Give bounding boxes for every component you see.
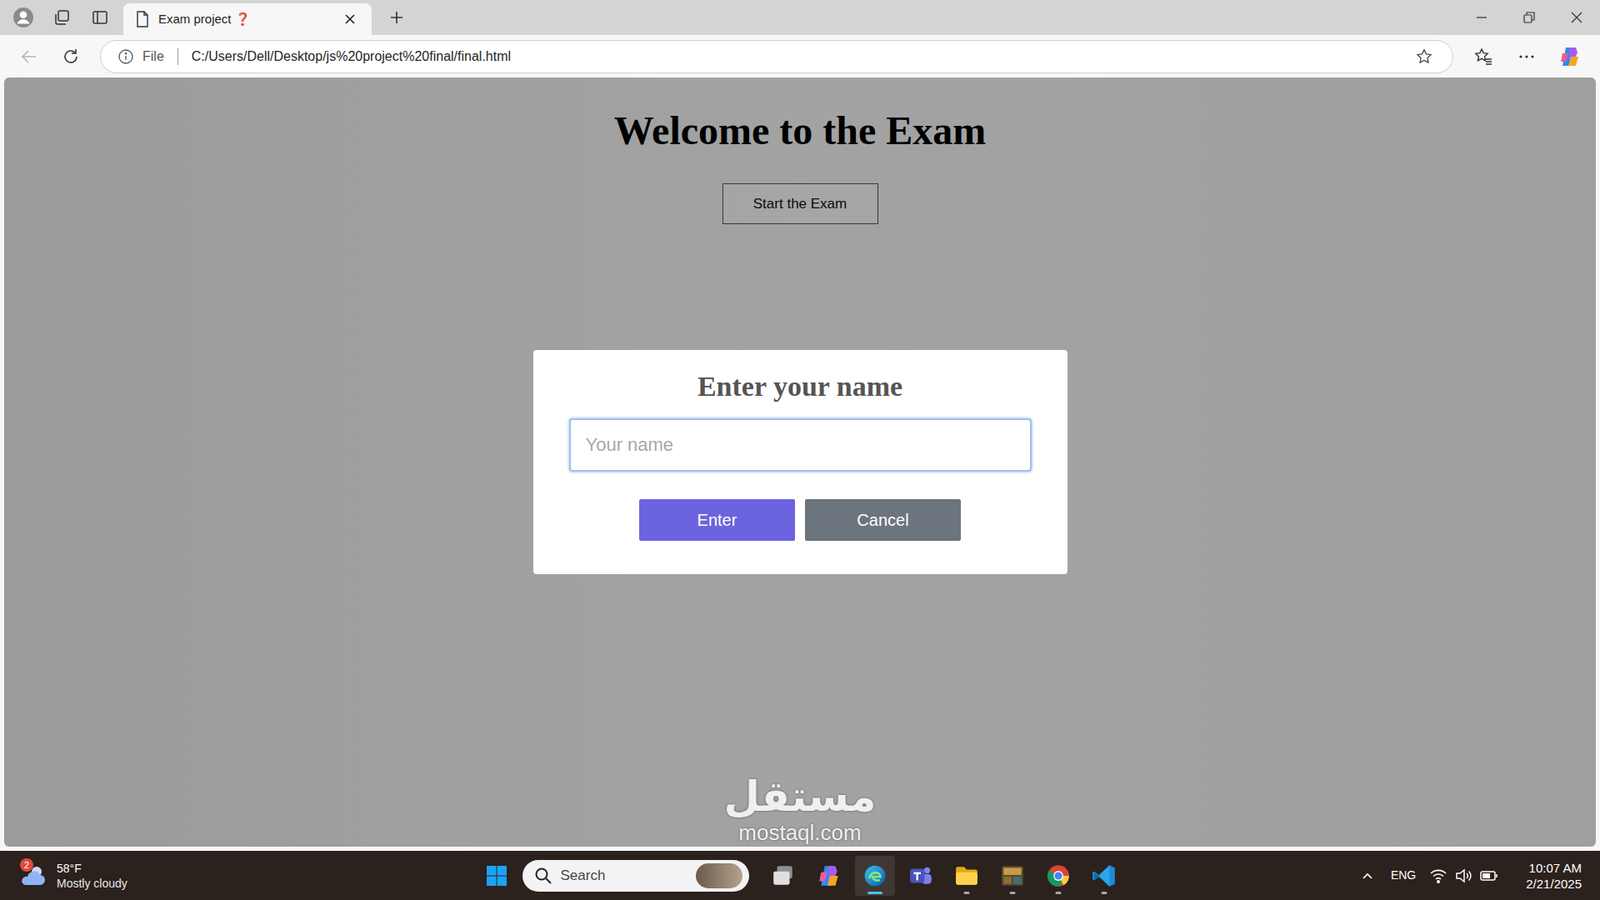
volume-icon [1454,867,1473,885]
new-tab [371,0,409,35]
taskbar-search[interactable]: Search [522,860,750,892]
tray-icons[interactable] [1429,867,1500,885]
vscode-icon [1091,863,1117,889]
copilot-icon[interactable] [1556,43,1584,70]
weather-text: 58°FMostly cloudy [56,860,128,891]
modal-overlay: Enter your name Enter Cancel [4,77,1596,847]
running-indicator [963,891,970,895]
tab-actions-icon[interactable] [88,5,112,30]
dialog-button-label: Cancel [856,510,909,530]
search-highlight-image [695,863,743,889]
tab-bar: Exam project ❓ [0,0,1600,35]
search-icon [534,866,553,885]
taskbar-left: 2 58°FMostly cloudy [0,860,477,891]
file-icon [135,10,150,28]
close-tab-icon[interactable] [340,9,360,30]
favorites-icon[interactable] [1470,43,1497,70]
taskbar-app[interactable] [1084,855,1125,896]
clock-time: 10:07 AM [1529,860,1582,876]
system-tray: ENG 10:07 AM2/21/2025 [1124,860,1600,892]
running-indicator [780,891,786,895]
refresh-icon[interactable] [58,44,84,70]
browser-tab[interactable]: Exam project ❓ [123,3,372,35]
weather-widget[interactable]: 2 58°FMostly cloudy [0,860,128,891]
chrome-icon [1045,863,1071,889]
weather-badge: 2 [20,858,34,872]
page-viewport: Welcome to the ExamStart the ExamEnter y… [4,77,1596,847]
dialog-button[interactable]: Cancel [805,499,961,541]
battery-icon [1479,867,1500,885]
copilot-icon [816,863,842,889]
watermark: مستقلmostaql.com [724,773,877,845]
page-frame: Welcome to the ExamStart the ExamEnter y… [0,77,1600,851]
search-placeholder: Search [560,865,688,887]
info-icon [117,48,135,65]
dialog-buttons: Enter Cancel [639,499,961,541]
dialog-title: Enter your name [697,368,903,405]
taskbar-app[interactable] [900,855,941,896]
more-icon[interactable] [1513,43,1540,70]
running-indicator [1009,891,1015,895]
weather-icon-wrap: 2 [16,861,49,890]
dialog-button-label: Enter [697,510,738,530]
back-icon[interactable] [16,44,42,70]
watermark-latin: mostaql.com [738,820,861,845]
name-input[interactable] [569,418,1032,472]
chevron-up-icon[interactable] [1357,865,1378,886]
minimize-icon[interactable] [1457,0,1505,35]
window-controls [1457,0,1600,35]
taskbar: 2 58°FMostly cloudy Search ENG 10:07 AM2/21/… [0,850,1600,900]
taskview-icon [770,863,796,889]
name-dialog: Enter your name Enter Cancel [533,350,1068,575]
address-url: C:/Users/Dell/Desktop/js%20project%20fin… [191,46,1405,67]
tab-title: Exam project ❓ [158,10,332,30]
favorite-star-icon[interactable] [1412,45,1436,69]
plus-icon[interactable] [385,5,409,30]
teams-icon [908,863,934,889]
address-separator [177,48,179,65]
restore-icon[interactable] [1505,0,1553,35]
running-indicator [1100,891,1107,895]
taskbar-app[interactable] [855,855,895,896]
running-indicator [917,891,924,895]
taskbar-app[interactable] [946,855,987,896]
language-indicator[interactable]: ENG [1390,866,1416,885]
taskbar-app[interactable] [809,855,850,896]
taskbar-app[interactable] [763,855,804,896]
taskbar-center: Search [476,855,1125,896]
windows-start-icon[interactable] [476,855,517,896]
explorer-icon [954,863,980,889]
watermark-arabic: مستقل [724,773,877,820]
edge-icon [862,863,888,889]
address-scheme: File [142,46,165,67]
weather-temperature: 58°F [56,860,128,876]
taskbar-app[interactable] [1038,855,1079,896]
close-window-icon[interactable] [1552,0,1600,35]
tab-bar-left [0,0,112,35]
game-icon [1000,863,1025,889]
taskbar-app[interactable] [992,855,1033,896]
wifi-icon [1429,867,1448,885]
running-indicator [867,891,883,895]
dialog-button[interactable]: Enter [639,499,795,541]
address-field[interactable]: File C:/Users/Dell/Desktop/js%20project%2… [100,40,1454,74]
running-indicator [1055,891,1061,895]
running-indicator [825,891,832,895]
clock[interactable]: 10:07 AM2/21/2025 [1512,860,1582,892]
profile-icon[interactable] [11,5,35,30]
address-row: File C:/Users/Dell/Desktop/js%20project%2… [0,35,1600,78]
weather-condition: Mostly cloudy [56,875,128,891]
clock-date: 2/21/2025 [1525,875,1582,892]
workspaces-icon[interactable] [50,5,74,30]
